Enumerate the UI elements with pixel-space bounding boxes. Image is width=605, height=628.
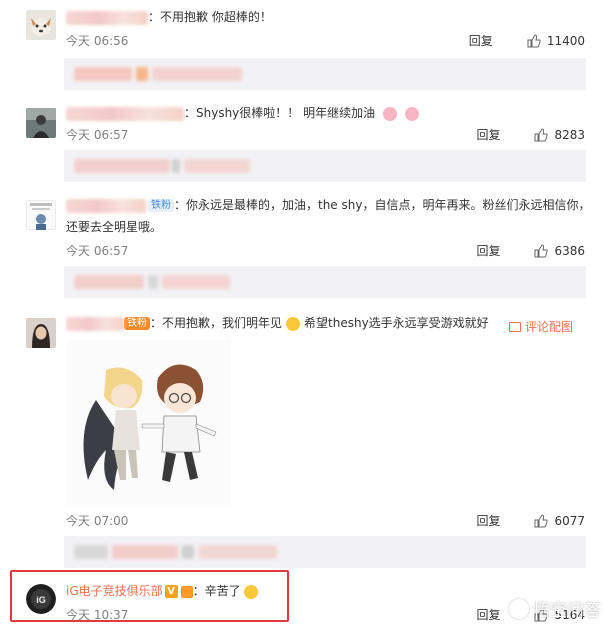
- thumbs-up-icon[interactable]: [534, 127, 549, 142]
- watermark-text: 悟空问答: [533, 601, 601, 621]
- wukong-logo-icon: [509, 598, 529, 619]
- reply-button[interactable]: 回复: [476, 606, 500, 623]
- comment-text: 铁粉 ：你永远是最棒的，加油，the shy，自信点，明年再来。粉丝们永远相信你，…: [66, 194, 591, 238]
- picture-icon: [508, 321, 521, 332]
- fan-badge: 铁粉: [124, 317, 150, 330]
- reply-button[interactable]: 回复: [476, 242, 500, 259]
- fan-badge: 铁粉: [148, 199, 174, 212]
- comment-text: ：Shyshy很棒啦！！ 明年继续加油: [66, 102, 591, 124]
- pig-emoji-icon: [404, 106, 419, 121]
- comment-body: ：不用抱歉，我们明年见: [150, 316, 283, 330]
- v-badge-icon: V: [164, 585, 178, 598]
- pig-emoji-icon: [382, 106, 397, 121]
- reply-preview[interactable]: [64, 58, 586, 90]
- flag-emoji-icon: [180, 585, 193, 598]
- thumbs-up-icon[interactable]: [527, 33, 541, 48]
- comment-body-cont: 希望theshy选手永远享受游戏就好: [304, 316, 489, 330]
- like-count[interactable]: 6386: [554, 244, 585, 258]
- blurred-username[interactable]: [66, 10, 148, 25]
- avatar[interactable]: iG: [26, 584, 56, 614]
- reply-button[interactable]: 回复: [476, 512, 500, 529]
- like-count[interactable]: 11400: [547, 34, 585, 48]
- reply-preview[interactable]: [64, 536, 586, 568]
- blurred-username[interactable]: [66, 198, 146, 213]
- blush-emoji-icon: [286, 316, 301, 331]
- avatar[interactable]: [26, 108, 56, 138]
- blurred-username[interactable]: [66, 316, 124, 331]
- reply-button[interactable]: 回复: [476, 126, 500, 143]
- comment-actions: 回复 6386: [476, 242, 585, 259]
- hug-emoji-icon: [243, 584, 258, 599]
- svg-text:iG: iG: [36, 595, 46, 605]
- watermark: 悟空问答: [509, 596, 601, 621]
- reply-button[interactable]: 回复: [469, 32, 493, 49]
- chibi-illustration: [66, 340, 231, 505]
- comment-actions: 回复 8283: [476, 126, 585, 143]
- comment-body: ：不用抱歉 你超棒的！: [148, 10, 272, 24]
- comment-time: 今天 06:57: [66, 128, 129, 142]
- comment-time: 今天 06:56: [66, 34, 129, 48]
- like-count[interactable]: 6077: [554, 514, 585, 528]
- comment-actions: 回复 6077: [476, 512, 585, 529]
- thumbs-up-icon[interactable]: [534, 513, 549, 528]
- comment-picture-label[interactable]: 评论配图: [525, 318, 573, 335]
- avatar[interactable]: [26, 10, 56, 40]
- official-username[interactable]: iG电子竞技俱乐部: [66, 584, 163, 598]
- comment-picture-link[interactable]: 评论配图: [508, 318, 573, 335]
- blurred-username[interactable]: [66, 106, 184, 121]
- thumbs-up-icon[interactable]: [534, 243, 549, 258]
- comment-body: ：辛苦了: [192, 584, 241, 598]
- like-count[interactable]: 8283: [554, 128, 585, 142]
- comment-text: ：不用抱歉 你超棒的！: [66, 6, 591, 28]
- reply-preview[interactable]: [64, 266, 586, 298]
- comment-actions: 回复 11400: [469, 32, 585, 49]
- reply-preview[interactable]: [64, 150, 586, 182]
- comment-time: 今天 06:57: [66, 244, 129, 258]
- avatar[interactable]: [26, 318, 56, 348]
- comment-time: 今天 07:00: [66, 514, 129, 528]
- comment-time: 今天 10:37: [66, 608, 129, 622]
- avatar[interactable]: [26, 200, 56, 230]
- comment-image[interactable]: [66, 340, 231, 505]
- comment-body: ：Shyshy很棒啦！！ 明年继续加油: [184, 106, 376, 120]
